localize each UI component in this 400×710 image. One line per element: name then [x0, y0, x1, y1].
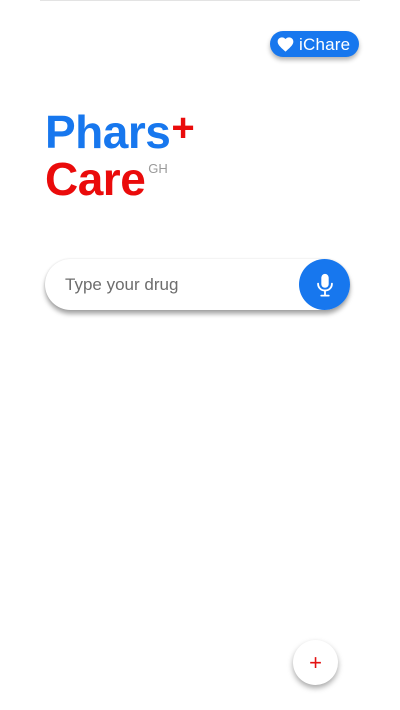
voice-search-button[interactable] [299, 259, 350, 310]
logo-superscript: GH [148, 161, 168, 176]
microphone-icon [316, 273, 333, 297]
ichare-button[interactable]: iChare [270, 31, 359, 57]
logo-word-care: Care [45, 153, 146, 205]
logo-plus: + [171, 106, 195, 150]
drug-search-bar [45, 259, 350, 310]
plus-icon: + [309, 649, 322, 675]
ichare-label: iChare [299, 34, 351, 54]
heart-icon [277, 36, 294, 52]
top-divider [40, 0, 360, 1]
home-screen: iChare Phars + Care GH + [0, 0, 400, 710]
add-button[interactable]: + [293, 640, 338, 685]
logo-word-phars: Phars [45, 106, 171, 158]
app-logo: Phars + Care GH [45, 106, 195, 203]
drug-search-input[interactable] [65, 274, 290, 295]
